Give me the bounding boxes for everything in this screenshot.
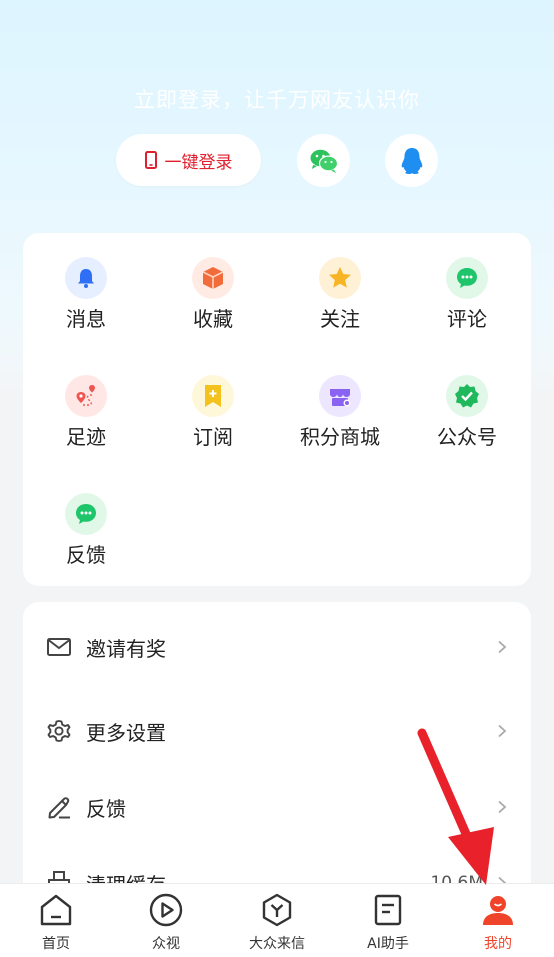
- grid-item-messages[interactable]: 消息: [23, 257, 149, 332]
- list-item-feedback[interactable]: 反馈: [23, 782, 531, 832]
- grid-item-feedback[interactable]: 反馈: [23, 493, 149, 568]
- grid-item-label: 消息: [66, 307, 106, 331]
- star-icon: [319, 257, 361, 299]
- document-icon: [374, 894, 402, 926]
- tab-label: AI助手: [367, 936, 409, 952]
- verified-badge-icon: [446, 375, 488, 417]
- one-click-login-button[interactable]: 一键登录: [116, 134, 261, 186]
- tab-label: 众视: [152, 936, 180, 952]
- grid-item-label: 足迹: [66, 425, 106, 449]
- grid-item-label: 关注: [320, 307, 360, 331]
- grid-item-points-mall[interactable]: 积分商城: [277, 375, 403, 450]
- grid-item-label: 反馈: [66, 543, 106, 567]
- tab-home[interactable]: 首页: [1, 892, 111, 953]
- tab-zhongshi[interactable]: 众视: [111, 892, 221, 953]
- route-pin-icon: [65, 375, 107, 417]
- list-item-more-settings[interactable]: 更多设置: [23, 706, 531, 756]
- login-slogan: 立即登录，让千万网友认识你: [134, 88, 420, 112]
- tab-ai-assistant[interactable]: AI助手: [333, 892, 443, 953]
- chevron-right-icon: [498, 800, 507, 814]
- hexagon-letter-icon: [262, 893, 292, 927]
- home-icon: [40, 894, 72, 926]
- bookmark-plus-icon: [192, 375, 234, 417]
- tab-label: 我的: [484, 936, 512, 952]
- bell-icon: [65, 257, 107, 299]
- bottom-tab-bar: 首页 众视 大众来信 AI助手 我的: [0, 883, 554, 957]
- qq-icon: [401, 147, 422, 174]
- tab-label: 大众来信: [249, 936, 305, 952]
- list-item-label: 邀请有奖: [86, 636, 166, 661]
- tab-label: 首页: [42, 936, 70, 952]
- grid-item-official-account[interactable]: 公众号: [404, 375, 530, 450]
- grid-item-label: 评论: [447, 307, 487, 331]
- grid-item-label: 公众号: [437, 425, 497, 449]
- login-button-label: 一键登录: [164, 152, 233, 173]
- phone-icon: [144, 151, 157, 169]
- chat-bubble-icon: [446, 257, 488, 299]
- mail-icon: [47, 638, 71, 656]
- user-icon: [483, 896, 513, 925]
- qq-login-button[interactable]: [385, 134, 438, 187]
- store-icon: [319, 375, 361, 417]
- box-icon: [192, 257, 234, 299]
- chevron-right-icon: [498, 724, 507, 738]
- grid-item-label: 积分商城: [300, 425, 380, 449]
- grid-item-favorites[interactable]: 收藏: [150, 257, 276, 332]
- tab-me[interactable]: 我的: [443, 892, 553, 953]
- grid-item-follow[interactable]: 关注: [277, 257, 403, 332]
- chevron-right-icon: [498, 640, 507, 654]
- list-item-label: 反馈: [86, 796, 126, 821]
- grid-item-label: 收藏: [193, 307, 233, 331]
- wechat-icon: [310, 149, 338, 173]
- gear-icon: [47, 720, 71, 742]
- list-item-label: 更多设置: [86, 720, 166, 745]
- list-item-invite-rewards[interactable]: 邀请有奖: [23, 622, 531, 672]
- pencil-icon: [48, 797, 70, 819]
- tab-public-letters[interactable]: 大众来信: [222, 892, 332, 953]
- grid-item-label: 订阅: [193, 425, 233, 449]
- play-icon: [149, 893, 183, 927]
- grid-item-subscriptions[interactable]: 订阅: [150, 375, 276, 450]
- grid-item-comments[interactable]: 评论: [404, 257, 530, 332]
- chat-bubble-icon: [65, 493, 107, 535]
- feature-grid-card: 消息 收藏 关注 评论 足迹 订阅 积分商城 公众号 反馈: [23, 233, 531, 586]
- grid-item-history[interactable]: 足迹: [23, 375, 149, 450]
- wechat-login-button[interactable]: [297, 134, 350, 187]
